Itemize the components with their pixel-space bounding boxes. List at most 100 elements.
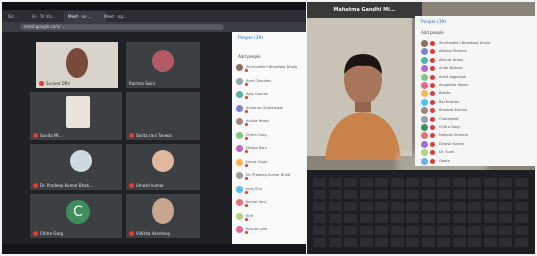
participant-avatar-icon — [421, 98, 428, 106]
participant-name: Geeta — [439, 158, 450, 163]
people-panel: People (39) Add people Shrimadhini Bhard… — [232, 32, 306, 244]
muted-mic-icon — [245, 82, 248, 86]
people-list-item[interactable]: Dr. Pradeep Kumar Bhati — [236, 172, 306, 180]
laptop-meet-photo-right: Mahatma Gandhi Mi... People (39) Add peo… — [307, 2, 535, 254]
keyboard-key — [344, 226, 357, 235]
muted-mic-icon — [430, 99, 435, 105]
participant-name: Divya Singh — [246, 159, 268, 164]
participant-name: Chitra Garg — [246, 132, 267, 137]
participant-name: Bhawna Kumari — [439, 108, 468, 113]
people-list-item[interactable]: Bhawna Kumari — [421, 107, 531, 115]
keyboard-key — [452, 190, 466, 199]
muted-mic-icon — [430, 133, 435, 139]
muted-mic-icon — [245, 231, 248, 234]
muted-mic-icon — [245, 204, 248, 207]
keyboard-key — [452, 202, 466, 211]
people-list-item[interactable]: Dinesh Kumar — [421, 140, 531, 149]
keyboard-key — [514, 190, 528, 199]
add-people-button[interactable]: Add people — [238, 54, 261, 59]
muted-mic-icon — [39, 81, 44, 86]
keyboard-key — [390, 190, 404, 199]
people-list-item[interactable]: Deepak Sharma — [421, 132, 531, 140]
keyboard-key — [468, 238, 481, 247]
video-title-banner: Mahatma Gandhi Mi... — [307, 2, 422, 18]
participant-avatar-icon — [236, 104, 243, 112]
participant-name: Umesh kumar — [129, 183, 164, 188]
participant-tile: C Chitra Garg — [30, 194, 122, 238]
participant-name: Charanjeet — [439, 116, 459, 121]
people-list-item[interactable]: Kirti — [236, 212, 306, 221]
laptop-meet-photo-left: Sir... Ai - Tri Vin... Meet - sc-... Mee… — [2, 2, 306, 254]
people-list-item[interactable]: Ajay Gaurav — [236, 91, 306, 99]
muted-mic-icon — [430, 91, 435, 97]
participant-name: Shrimadhini Bhardwaj Dhola — [246, 65, 298, 69]
browser-tab[interactable]: Meet - xg... — [100, 11, 142, 22]
participant-name: Vidisha Varshney — [129, 231, 170, 236]
people-list-item[interactable]: Anupama Yadav — [421, 82, 531, 90]
participant-name: Kamal Devi — [246, 200, 267, 204]
people-list-item[interactable]: Shrimadhini Bhardwaj Dhola — [236, 64, 306, 72]
muted-mic-icon — [430, 108, 435, 114]
muted-mic-icon — [245, 190, 248, 194]
people-list-item[interactable]: Ankit Aggarwal — [421, 73, 531, 82]
keyboard-key — [421, 226, 435, 235]
participant-avatar-icon — [236, 145, 243, 152]
people-list-item[interactable]: Abhiral Sharma — [421, 48, 531, 56]
muted-mic-icon — [245, 177, 248, 180]
keyboard-key — [344, 202, 357, 211]
people-list-item[interactable]: Kamal Devi — [236, 199, 306, 207]
people-list-item[interactable]: Deepa Rani — [236, 145, 306, 153]
participant-name: Abhiral Sharma — [439, 49, 467, 54]
keyboard-key — [375, 214, 388, 223]
people-list-item[interactable]: Chitra Garg — [236, 131, 306, 140]
participant-avatar-icon — [421, 115, 428, 123]
people-panel-title: People (39) — [238, 36, 263, 41]
participant-name: Bal Krishan — [439, 99, 460, 104]
participant-avatar-icon — [236, 118, 243, 125]
keyboard-key — [499, 178, 512, 187]
participant-avatar — [152, 50, 174, 72]
people-list-item[interactable]: Kusum Lata — [236, 226, 306, 234]
keyboard-key — [328, 238, 342, 247]
muted-mic-icon — [129, 133, 134, 138]
people-list-item[interactable]: Charanjeet — [421, 115, 531, 124]
people-list-item[interactable]: Geeta — [421, 157, 531, 166]
people-list-item[interactable]: Ankita Yadav — [236, 118, 306, 126]
people-list-item[interactable]: Akshat Yadav — [421, 56, 531, 65]
keyboard-key — [437, 238, 450, 247]
address-input[interactable]: meet.google.com/... — [20, 24, 224, 30]
muted-mic-icon — [430, 125, 435, 130]
keyboard-key — [375, 190, 388, 199]
keyboard-key — [313, 190, 326, 199]
keyboard-key — [483, 226, 497, 235]
people-list-item[interactable]: Babita — [421, 90, 531, 98]
participant-name: Ajay Gaurav — [246, 92, 268, 96]
keyboard-key — [499, 190, 512, 199]
people-list-item[interactable]: Amit Chauhan — [236, 77, 306, 86]
muted-mic-icon — [245, 217, 248, 221]
keyboard-key — [421, 202, 435, 211]
muted-mic-icon — [245, 136, 248, 140]
keyboard-key — [437, 178, 450, 187]
participant-avatar-icon — [236, 91, 243, 98]
people-list-item[interactable]: Dr. Sunil — [421, 149, 531, 157]
people-list-item[interactable]: Bal Krishan — [421, 98, 531, 107]
add-people-button[interactable]: Add people — [421, 30, 444, 35]
muted-mic-icon — [245, 123, 248, 126]
participant-name: Akshat Yadav — [439, 57, 463, 62]
people-list-item[interactable]: Shrimadhini Bhardwaj Dhola — [421, 40, 531, 48]
keyboard-key — [483, 238, 497, 247]
participant-avatar — [70, 150, 92, 172]
people-list-item[interactable]: Chitra Garg — [421, 124, 531, 132]
keyboard-key — [328, 202, 342, 211]
keyboard-key — [468, 190, 481, 199]
participant-avatar-icon — [236, 77, 243, 85]
keyboard-key — [421, 190, 435, 199]
muted-mic-icon — [430, 83, 435, 88]
people-list-item[interactable]: Anubhav Shekhawat — [236, 104, 306, 113]
people-list-item[interactable]: Anita Bishnoi — [421, 65, 531, 73]
people-list-item[interactable]: Indu Shri — [236, 185, 306, 194]
keyboard-key — [328, 214, 342, 223]
keyboard-key — [359, 190, 373, 199]
people-list-item[interactable]: Divya Singh — [236, 158, 306, 167]
